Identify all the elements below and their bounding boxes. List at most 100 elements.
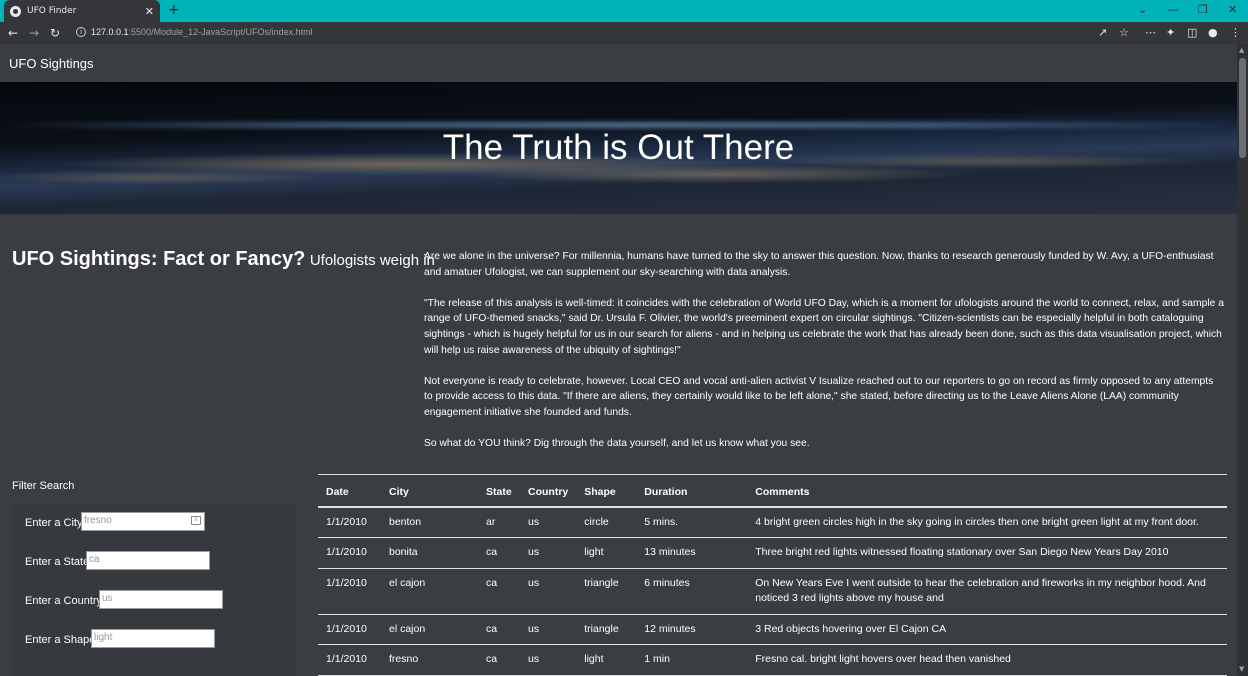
forward-icon[interactable]: → [29, 26, 39, 40]
country-input-placeholder: us [102, 593, 113, 604]
cell-comments: Three bright red lights witnessed floati… [747, 537, 1227, 569]
table-row: 1/1/2010 fresno ca us light 1 min Fresno… [318, 644, 1227, 676]
filter-row-city: Enter a City fresno ≡ [12, 504, 296, 543]
hero-title: The Truth is Out There [442, 128, 795, 167]
side-panel-icon[interactable]: ◫ [1187, 26, 1197, 39]
column-header-country: Country [520, 474, 577, 508]
cell-date: 1/1/2010 [318, 644, 381, 676]
cell-shape: triangle [576, 614, 637, 646]
column-header-city: City [381, 474, 478, 508]
state-input-placeholder: ca [89, 554, 100, 565]
shape-input-placeholder: light [94, 632, 113, 643]
profile-icon[interactable]: ● [1208, 26, 1218, 39]
cell-country: us [520, 506, 577, 539]
scroll-down-icon[interactable]: ▼ [1239, 665, 1244, 673]
filter-row-shape: Enter a Shape light [12, 621, 296, 660]
cell-city: fresno [381, 644, 478, 676]
bookmark-star-icon[interactable]: ☆ [1119, 26, 1129, 39]
cell-date: 1/1/2010 [318, 506, 381, 539]
column-header-date: Date [318, 474, 381, 508]
cell-city: benton [381, 506, 478, 539]
cell-duration: 1 min [636, 644, 748, 676]
cell-city: el cajon [381, 614, 478, 646]
shape-input[interactable]: light [91, 629, 215, 648]
cell-duration: 6 minutes [636, 568, 748, 615]
cell-shape: circle [576, 506, 637, 539]
state-label: Enter a State [25, 556, 90, 568]
cell-country: us [520, 614, 577, 646]
scroll-up-icon[interactable]: ▲ [1239, 46, 1244, 54]
cell-country: us [520, 537, 577, 569]
article-paragraph: Not everyone is ready to celebrate, howe… [424, 375, 1214, 418]
filter-row-state: Enter a State ca [12, 543, 296, 582]
ufo-table: Date City State Country Shape Duration C… [318, 474, 1227, 676]
cell-city: el cajon [381, 568, 478, 615]
address-bar[interactable]: 127.0.0.1:5500/Module_12-JavaScript/UFOs… [91, 27, 313, 37]
state-input[interactable]: ca [86, 551, 210, 570]
cell-country: us [520, 644, 577, 676]
cell-comments: 4 bright green circles high in the sky g… [747, 506, 1227, 539]
puzzle-extensions-icon[interactable]: ✦ [1166, 26, 1175, 39]
cell-city: bonita [381, 537, 478, 569]
cell-state: ca [478, 614, 520, 646]
tab-search-chevron-icon[interactable]: ⌄ [1138, 3, 1147, 16]
cell-country: us [520, 568, 577, 615]
column-header-comments: Comments [747, 474, 1227, 508]
cell-date: 1/1/2010 [318, 568, 381, 615]
cell-shape: light [576, 537, 637, 569]
url-path: :5500/Module_12-JavaScript/UFOs/index.ht… [128, 27, 313, 37]
cell-duration: 5 mins. [636, 506, 748, 539]
cell-shape: light [576, 644, 637, 676]
share-icon[interactable]: ↗ [1098, 26, 1107, 39]
table-row: 1/1/2010 el cajon ca us triangle 6 minut… [318, 568, 1227, 615]
menu-icon[interactable]: ⋮ [1230, 26, 1241, 39]
page-scrollbar[interactable]: ▲ ▼ [1237, 44, 1248, 676]
article-paragraph: So what do YOU think? Dig through the da… [424, 438, 810, 450]
table-header-row: Date City State Country Shape Duration C… [318, 474, 1227, 508]
new-tab-button[interactable]: + [168, 2, 180, 18]
cell-shape: triangle [576, 568, 637, 615]
table-row: 1/1/2010 el cajon ca us triangle 12 minu… [318, 614, 1227, 646]
autofill-card-icon[interactable]: ≡ [191, 516, 201, 525]
restore-icon[interactable]: ❐ [1198, 3, 1208, 16]
cell-duration: 12 minutes [636, 614, 748, 646]
cell-comments: On New Years Eve I went outside to hear … [747, 568, 1227, 615]
cell-state: ca [478, 644, 520, 676]
article-title: UFO Sightings: Fact or Fancy? [12, 248, 306, 270]
globe-icon [10, 5, 21, 17]
cell-state: ca [478, 537, 520, 569]
cell-comments: 3 Red objects hovering over El Cajon CA [747, 614, 1227, 646]
site-info-icon[interactable]: i [76, 27, 86, 37]
site-navbar: UFO Sightings [0, 44, 1237, 82]
close-tab-icon[interactable]: ✕ [145, 5, 154, 18]
back-icon[interactable]: ← [8, 26, 18, 40]
cell-comments: Fresno cal. bright light hovers over hea… [747, 644, 1227, 676]
city-input-placeholder: fresno [84, 515, 112, 526]
scroll-thumb[interactable] [1239, 58, 1246, 158]
filter-panel: Enter a City fresno ≡ Enter a State ca E… [12, 504, 296, 676]
column-header-shape: Shape [576, 474, 637, 508]
column-header-state: State [478, 474, 520, 508]
browser-tab-strip: UFO Finder ✕ + ⌄ — ❐ ✕ [0, 0, 1248, 22]
cell-state: ca [478, 568, 520, 615]
cell-state: ar [478, 506, 520, 539]
browser-tab[interactable]: UFO Finder ✕ [4, 0, 160, 22]
reload-icon[interactable]: ↻ [50, 26, 60, 40]
city-input[interactable]: fresno ≡ [81, 512, 205, 531]
country-label: Enter a Country [25, 595, 103, 607]
shape-label: Enter a Shape [25, 634, 96, 646]
cell-duration: 13 minutes [636, 537, 748, 569]
table-row: 1/1/2010 bonita ca us light 13 minutes T… [318, 537, 1227, 569]
navbar-brand[interactable]: UFO Sightings [9, 56, 94, 71]
minimize-icon[interactable]: — [1168, 3, 1179, 16]
country-input[interactable]: us [99, 590, 223, 609]
window-close-icon[interactable]: ✕ [1228, 3, 1237, 16]
filter-row-country: Enter a Country us [12, 582, 296, 621]
tab-title: UFO Finder [27, 6, 77, 16]
column-header-duration: Duration [636, 474, 748, 508]
city-label: Enter a City [25, 517, 83, 529]
hero-banner: The Truth is Out There [0, 82, 1237, 214]
cell-date: 1/1/2010 [318, 537, 381, 569]
extension-dots-icon[interactable]: ⋯ [1145, 26, 1156, 39]
page-viewport: UFO Sightings The Truth is Out There UFO… [0, 44, 1237, 676]
